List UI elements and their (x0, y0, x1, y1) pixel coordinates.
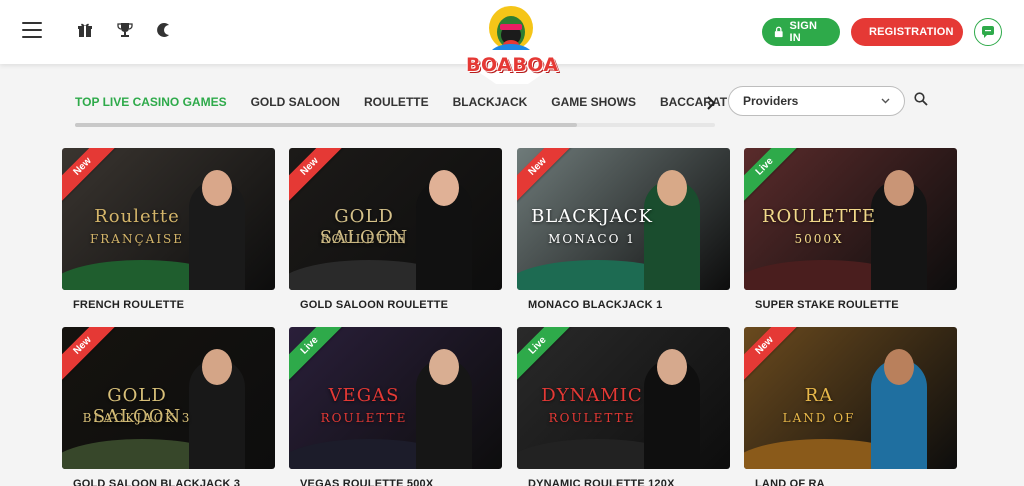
dealer-head (657, 170, 687, 206)
badge-new: New (62, 148, 120, 204)
game-logo-sub: ROULETTE (320, 411, 408, 425)
game-card[interactable]: GOLD SALOON ROULETTE New GOLD SALOON ROULET… (289, 148, 502, 311)
game-thumbnail[interactable]: ROULETTE 5000X Live (744, 148, 957, 290)
game-thumbnail[interactable]: RA LAND OF New (744, 327, 957, 469)
tab-top-live-casino-games[interactable]: TOP LIVE CASINO GAMES (75, 95, 227, 109)
game-thumbnail[interactable]: DYNAMIC ROULETTE Live (517, 327, 730, 469)
game-card[interactable]: BLACKJACK MONACO 1 New MONACO BLACKJACK 1 (517, 148, 730, 311)
game-title[interactable]: GOLD SALOON BLACKJACK 3 (73, 478, 275, 486)
game-thumbnail[interactable]: GOLD SALOON BLACKJACK 3 New (62, 327, 275, 469)
badge-new: New (289, 148, 347, 204)
brand-name: BOABOA (466, 54, 559, 76)
moon-icon[interactable] (156, 21, 174, 39)
game-logo-sub: 5000X (794, 232, 844, 246)
game-logo-sub: ROULETTE (320, 232, 408, 246)
game-title[interactable]: DYNAMIC ROULETTE 120X (528, 478, 730, 486)
chevron-down-icon (881, 96, 890, 106)
game-logo-main: BLACKJACK (531, 206, 653, 227)
tab-blackjack[interactable]: BLACKJACK (453, 95, 528, 109)
chat-icon (982, 26, 994, 38)
game-logo-main: DYNAMIC (541, 385, 643, 406)
game-logo-sub: BLACKJACK 3 (82, 411, 192, 425)
logo[interactable]: BOABOA (466, 2, 559, 76)
category-tabs: TOP LIVE CASINO GAMES GOLD SALOON ROULET… (75, 95, 795, 109)
game-thumbnail[interactable]: BLACKJACK MONACO 1 New (517, 148, 730, 290)
game-logo-main: RA (804, 385, 834, 406)
game-card[interactable]: DYNAMIC ROULETTE Live DYNAMIC ROULETTE 120X (517, 327, 730, 486)
game-title[interactable]: GOLD SALOON ROULETTE (300, 299, 502, 311)
dealer-head (657, 349, 687, 385)
dealer-head (884, 349, 914, 385)
dealer-head (202, 170, 232, 206)
game-thumbnail[interactable]: VEGAS ROULETTE Live (289, 327, 502, 469)
badge-new: New (62, 327, 120, 383)
game-thumbnail[interactable]: GOLD SALOON ROULETTE New (289, 148, 502, 290)
badge-new: New (744, 327, 802, 383)
tab-roulette[interactable]: ROULETTE (364, 95, 429, 109)
lock-icon (774, 26, 783, 38)
registration-button[interactable]: REGISTRATION (851, 18, 963, 46)
game-logo-main: ROULETTE (761, 206, 877, 227)
badge-live: Live (517, 327, 575, 383)
game-logo-main: VEGAS (328, 385, 400, 406)
providers-label: Providers (743, 94, 799, 108)
dealer-head (202, 349, 232, 385)
gift-icon[interactable] (76, 21, 94, 39)
category-scrollbar-thumb[interactable] (75, 123, 577, 127)
search-icon[interactable] (914, 92, 932, 110)
game-card[interactable]: RA LAND OF New LAND OF RA (744, 327, 957, 486)
chat-button[interactable] (974, 18, 1002, 46)
sign-in-button[interactable]: SIGN IN (762, 18, 840, 46)
badge-live: Live (289, 327, 347, 383)
badge-live: Live (744, 148, 802, 204)
game-logo-sub: MONACO 1 (548, 232, 636, 246)
chevron-right-icon[interactable] (706, 96, 716, 113)
game-title[interactable]: MONACO BLACKJACK 1 (528, 299, 730, 311)
sign-in-label: SIGN IN (789, 20, 818, 44)
game-logo-sub: LAND OF (782, 411, 856, 425)
game-title[interactable]: LAND OF RA (755, 478, 957, 486)
tab-gold-saloon[interactable]: GOLD SALOON (251, 95, 340, 109)
category-scrollbar[interactable] (75, 123, 715, 127)
toucan-logo-icon (489, 6, 533, 50)
dealer-head (884, 170, 914, 206)
registration-label: REGISTRATION (869, 26, 954, 38)
tab-game-shows[interactable]: GAME SHOWS (551, 95, 636, 109)
game-title[interactable]: VEGAS ROULETTE 500X (300, 478, 502, 486)
menu-icon[interactable] (22, 22, 42, 38)
game-card[interactable]: ROULETTE 5000X Live SUPER STAKE ROULETTE (744, 148, 957, 311)
game-card[interactable]: GOLD SALOON BLACKJACK 3 New GOLD SALOON BLA… (62, 327, 275, 486)
game-thumbnail[interactable]: Roulette FRANÇAISE New (62, 148, 275, 290)
badge-new: New (517, 148, 575, 204)
game-card[interactable]: VEGAS ROULETTE Live VEGAS ROULETTE 500X (289, 327, 502, 486)
dealer-head (429, 170, 459, 206)
trophy-icon[interactable] (116, 21, 134, 39)
dealer-head (429, 349, 459, 385)
game-logo-sub: ROULETTE (548, 411, 636, 425)
game-title[interactable]: SUPER STAKE ROULETTE (755, 299, 957, 311)
game-logo-main: Roulette (94, 206, 180, 227)
game-title[interactable]: FRENCH ROULETTE (73, 299, 275, 311)
providers-dropdown[interactable]: Providers (728, 86, 905, 116)
game-card[interactable]: Roulette FRANÇAISE New FRENCH ROULETTE (62, 148, 275, 311)
game-logo-sub: FRANÇAISE (89, 232, 185, 246)
